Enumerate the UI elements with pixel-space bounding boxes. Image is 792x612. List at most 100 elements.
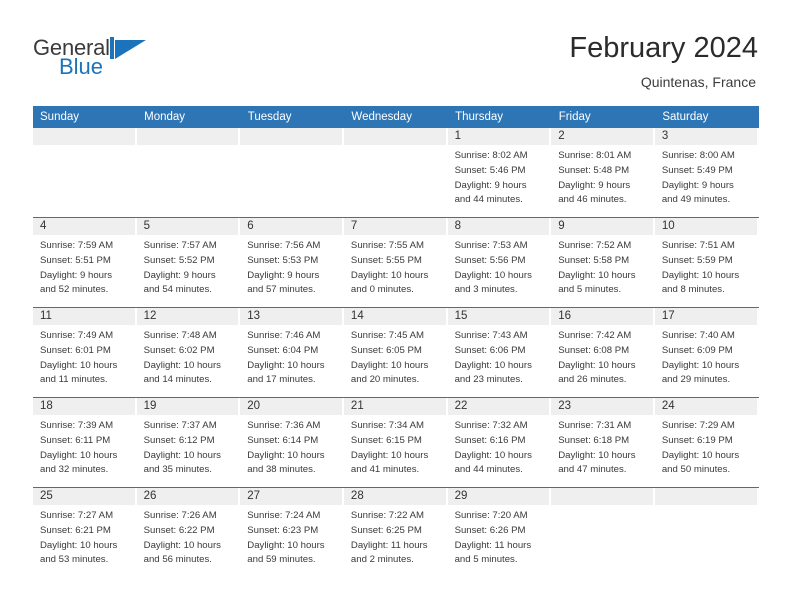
calendar-day-cell[interactable]: 9 Sunrise: 7:52 AM Sunset: 5:58 PM Daylight… — [551, 217, 655, 308]
calendar-day-cell[interactable]: 14 Sunrise: 7:45 AM Sunset: 6:05 PM Dayligh… — [343, 307, 448, 398]
day-number: 29 — [447, 488, 552, 506]
day-number — [551, 488, 655, 506]
day-number: 4 — [33, 218, 137, 236]
day-details: Sunrise: 7:57 AM Sunset: 5:52 PM Daylight:… — [137, 235, 241, 297]
sunset-time: Sunset: 6:25 PM — [350, 524, 422, 536]
sunrise-time: Sunrise: 7:56 AM — [247, 240, 321, 252]
day-number: 14 — [343, 308, 448, 326]
daylight-duration-line2: and 52 minutes. — [40, 284, 109, 296]
daylight-duration-line2: and 44 minutes. — [454, 464, 523, 476]
day-cell-inner: 18 Sunrise: 7:39 AM Sunset: 6:11 PM Dayligh… — [33, 398, 137, 487]
sunset-time: Sunset: 6:14 PM — [247, 434, 319, 446]
day-details: Sunrise: 8:02 AM Sunset: 5:46 PM Daylight:… — [448, 145, 552, 207]
sunrise-time: Sunrise: 7:37 AM — [143, 420, 217, 432]
day-number: 28 — [343, 488, 448, 506]
calendar-day-cell[interactable]: 25 Sunrise: 7:27 AM Sunset: 6:21 PM Dayligh… — [33, 487, 137, 578]
sunrise-time: Sunrise: 7:32 AM — [454, 420, 528, 432]
day-number: 25 — [33, 488, 137, 506]
day-details: Sunrise: 7:32 AM Sunset: 6:16 PM Daylight:… — [448, 415, 552, 477]
calendar-day-cell[interactable]: 4 Sunrise: 7:59 AM Sunset: 5:51 PM Daylight… — [33, 217, 137, 308]
day-cell-inner: 7 Sunrise: 7:55 AM Sunset: 5:55 PM Daylight… — [343, 218, 448, 307]
day-number: 16 — [551, 308, 655, 326]
calendar-day-cell[interactable]: 23 Sunrise: 7:31 AM Sunset: 6:18 PM Dayligh… — [551, 397, 655, 488]
daylight-duration-line2: and 38 minutes. — [247, 464, 316, 476]
calendar-day-cell[interactable]: 24 Sunrise: 7:29 AM Sunset: 6:19 PM Dayligh… — [654, 397, 759, 488]
calendar-day-cell[interactable]: 1 Sunrise: 8:02 AM Sunset: 5:46 PM Daylight… — [447, 128, 552, 218]
title-block: February 2024 Quintenas, France — [569, 30, 758, 90]
daylight-duration-line1: Daylight: 9 hours — [558, 179, 631, 191]
calendar-day-cell[interactable]: 18 Sunrise: 7:39 AM Sunset: 6:11 PM Dayligh… — [33, 397, 137, 488]
day-cell-inner — [654, 488, 759, 577]
weekday-header-friday: Friday — [551, 106, 656, 129]
calendar-day-cell[interactable]: 15 Sunrise: 7:43 AM Sunset: 6:06 PM Dayligh… — [447, 307, 552, 398]
daylight-duration-line1: Daylight: 10 hours — [661, 269, 740, 281]
calendar-day-cell[interactable]: 12 Sunrise: 7:48 AM Sunset: 6:02 PM Dayligh… — [136, 307, 241, 398]
calendar-day-cell[interactable]: 8 Sunrise: 7:53 AM Sunset: 5:56 PM Daylight… — [447, 217, 552, 308]
calendar-day-cell[interactable]: 3 Sunrise: 8:00 AM Sunset: 5:49 PM Daylight… — [654, 128, 759, 218]
day-cell-inner: 27 Sunrise: 7:24 AM Sunset: 6:23 PM Dayligh… — [240, 488, 344, 577]
sunrise-time: Sunrise: 7:53 AM — [454, 240, 528, 252]
calendar-day-cell[interactable]: 27 Sunrise: 7:24 AM Sunset: 6:23 PM Dayligh… — [240, 487, 344, 578]
daylight-duration-line1: Daylight: 10 hours — [40, 539, 118, 551]
sunrise-time: Sunrise: 7:51 AM — [661, 240, 735, 252]
day-details: Sunrise: 7:42 AM Sunset: 6:08 PM Daylight:… — [551, 325, 655, 387]
day-details: Sunrise: 7:22 AM Sunset: 6:25 PM Daylight:… — [344, 505, 448, 567]
sunrise-time: Sunrise: 7:46 AM — [247, 330, 321, 342]
day-cell-inner: 15 Sunrise: 7:43 AM Sunset: 6:06 PM Dayligh… — [447, 308, 552, 397]
day-cell-inner: 14 Sunrise: 7:45 AM Sunset: 6:05 PM Dayligh… — [343, 308, 448, 397]
sunrise-time: Sunrise: 7:29 AM — [661, 420, 735, 432]
calendar-day-cell[interactable]: 11 Sunrise: 7:49 AM Sunset: 6:01 PM Dayligh… — [33, 307, 137, 398]
sunset-time: Sunset: 6:15 PM — [350, 434, 422, 446]
day-cell-inner: 20 Sunrise: 7:36 AM Sunset: 6:14 PM Dayligh… — [240, 398, 344, 487]
day-cell-inner — [33, 128, 137, 217]
day-cell-inner: 2 Sunrise: 8:01 AM Sunset: 5:48 PM Daylight… — [551, 128, 655, 217]
day-cell-inner: 23 Sunrise: 7:31 AM Sunset: 6:18 PM Dayligh… — [551, 398, 655, 487]
sunset-time: Sunset: 5:56 PM — [454, 254, 526, 266]
sunset-time: Sunset: 5:46 PM — [454, 164, 526, 176]
daylight-duration-line2: and 5 minutes. — [558, 284, 622, 296]
calendar-day-cell[interactable]: 16 Sunrise: 7:42 AM Sunset: 6:08 PM Dayligh… — [551, 307, 655, 398]
daylight-duration-line1: Daylight: 10 hours — [558, 449, 636, 461]
weekday-header-tuesday: Tuesday — [240, 106, 345, 129]
day-cell-inner — [136, 128, 241, 217]
day-cell-inner: 6 Sunrise: 7:56 AM Sunset: 5:53 PM Daylight… — [240, 218, 344, 307]
day-details: Sunrise: 7:46 AM Sunset: 6:04 PM Daylight:… — [240, 325, 344, 387]
calendar-day-cell[interactable]: 17 Sunrise: 7:40 AM Sunset: 6:09 PM Dayligh… — [654, 307, 759, 398]
calendar-day-cell[interactable]: 20 Sunrise: 7:36 AM Sunset: 6:14 PM Dayligh… — [240, 397, 344, 488]
calendar-body: 1 Sunrise: 8:02 AM Sunset: 5:46 PM Daylight… — [33, 128, 759, 578]
calendar-day-cell[interactable]: 29 Sunrise: 7:20 AM Sunset: 6:26 PM Dayligh… — [447, 487, 552, 578]
calendar-day-cell[interactable]: 5 Sunrise: 7:57 AM Sunset: 5:52 PM Daylight… — [136, 217, 241, 308]
daylight-duration-line1: Daylight: 10 hours — [454, 449, 532, 461]
calendar-day-cell[interactable]: 2 Sunrise: 8:01 AM Sunset: 5:48 PM Daylight… — [551, 128, 655, 218]
sunset-time: Sunset: 5:58 PM — [558, 254, 630, 266]
calendar-day-cell[interactable]: 26 Sunrise: 7:26 AM Sunset: 6:22 PM Dayligh… — [136, 487, 241, 578]
day-number: 1 — [447, 128, 552, 146]
day-number — [240, 128, 344, 146]
daylight-duration-line2: and 29 minutes. — [661, 374, 731, 386]
calendar-day-cell[interactable]: 7 Sunrise: 7:55 AM Sunset: 5:55 PM Daylight… — [343, 217, 448, 308]
day-number: 20 — [240, 398, 344, 416]
day-cell-inner: 12 Sunrise: 7:48 AM Sunset: 6:02 PM Dayligh… — [136, 308, 241, 397]
day-cell-inner: 11 Sunrise: 7:49 AM Sunset: 6:01 PM Dayligh… — [33, 308, 137, 397]
day-number: 11 — [33, 308, 137, 326]
calendar-day-cell[interactable]: 10 Sunrise: 7:51 AM Sunset: 5:59 PM Dayligh… — [654, 217, 759, 308]
calendar-day-cell[interactable]: 28 Sunrise: 7:22 AM Sunset: 6:25 PM Dayligh… — [343, 487, 448, 578]
triangle-logo-icon — [109, 36, 146, 59]
calendar-day-cell[interactable]: 6 Sunrise: 7:56 AM Sunset: 5:53 PM Daylight… — [240, 217, 344, 308]
sunset-time: Sunset: 6:21 PM — [40, 524, 111, 536]
calendar-day-cell[interactable]: 19 Sunrise: 7:37 AM Sunset: 6:12 PM Dayligh… — [136, 397, 241, 488]
day-number: 12 — [136, 308, 241, 326]
calendar-day-cell-empty — [343, 128, 448, 218]
page-subtitle: Quintenas, France — [640, 74, 756, 91]
daylight-duration-line2: and 20 minutes. — [350, 374, 420, 386]
brand-logo[interactable]: General Blue — [33, 30, 146, 78]
daylight-duration-line1: Daylight: 10 hours — [350, 359, 429, 371]
sunrise-time: Sunrise: 7:42 AM — [558, 330, 632, 342]
daylight-duration-line2: and 35 minutes. — [143, 464, 212, 476]
day-details: Sunrise: 7:56 AM Sunset: 5:53 PM Daylight:… — [240, 235, 344, 297]
calendar-day-cell[interactable]: 21 Sunrise: 7:34 AM Sunset: 6:15 PM Dayligh… — [343, 397, 448, 488]
day-number: 5 — [136, 218, 241, 236]
sunset-time: Sunset: 6:16 PM — [454, 434, 526, 446]
calendar-day-cell[interactable]: 22 Sunrise: 7:32 AM Sunset: 6:16 PM Dayligh… — [447, 397, 552, 488]
calendar-day-cell[interactable]: 13 Sunrise: 7:46 AM Sunset: 6:04 PM Dayligh… — [240, 307, 344, 398]
